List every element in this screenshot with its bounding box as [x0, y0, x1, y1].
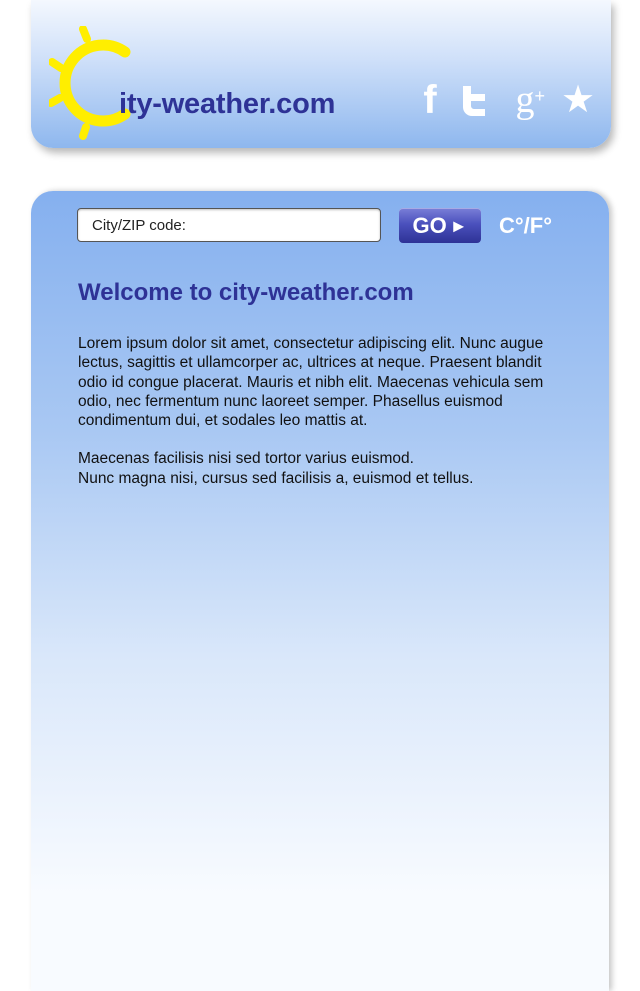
intro-paragraph: Lorem ipsum dolor sit amet, consectetur …	[78, 335, 544, 430]
sun-logo-icon[interactable]	[49, 26, 139, 140]
temperature-unit-toggle[interactable]: C°/F°	[499, 213, 552, 239]
main-panel: GO ► C°/F° Welcome to city-weather.com L…	[31, 191, 609, 991]
facebook-icon[interactable]: f	[419, 80, 441, 120]
site-header: ity-weather.com f g + ★	[31, 0, 611, 148]
social-icons: f g + ★	[419, 80, 595, 120]
go-button-label: GO	[412, 212, 447, 238]
twitter-icon[interactable]	[459, 80, 489, 120]
google-plus-icon[interactable]: g +	[507, 80, 546, 120]
play-arrow-icon: ►	[449, 215, 468, 236]
star-icon[interactable]: ★	[561, 80, 595, 120]
welcome-heading: Welcome to city-weather.com	[78, 279, 414, 306]
intro-text: Lorem ipsum dolor sit amet, consectetur …	[78, 334, 564, 507]
site-logo-text[interactable]: ity-weather.com	[119, 88, 335, 121]
go-button[interactable]: GO ►	[399, 208, 481, 243]
intro-paragraph: Maecenas facilisis nisi sed tortor variu…	[78, 450, 474, 487]
city-zip-search-input[interactable]	[77, 208, 381, 242]
